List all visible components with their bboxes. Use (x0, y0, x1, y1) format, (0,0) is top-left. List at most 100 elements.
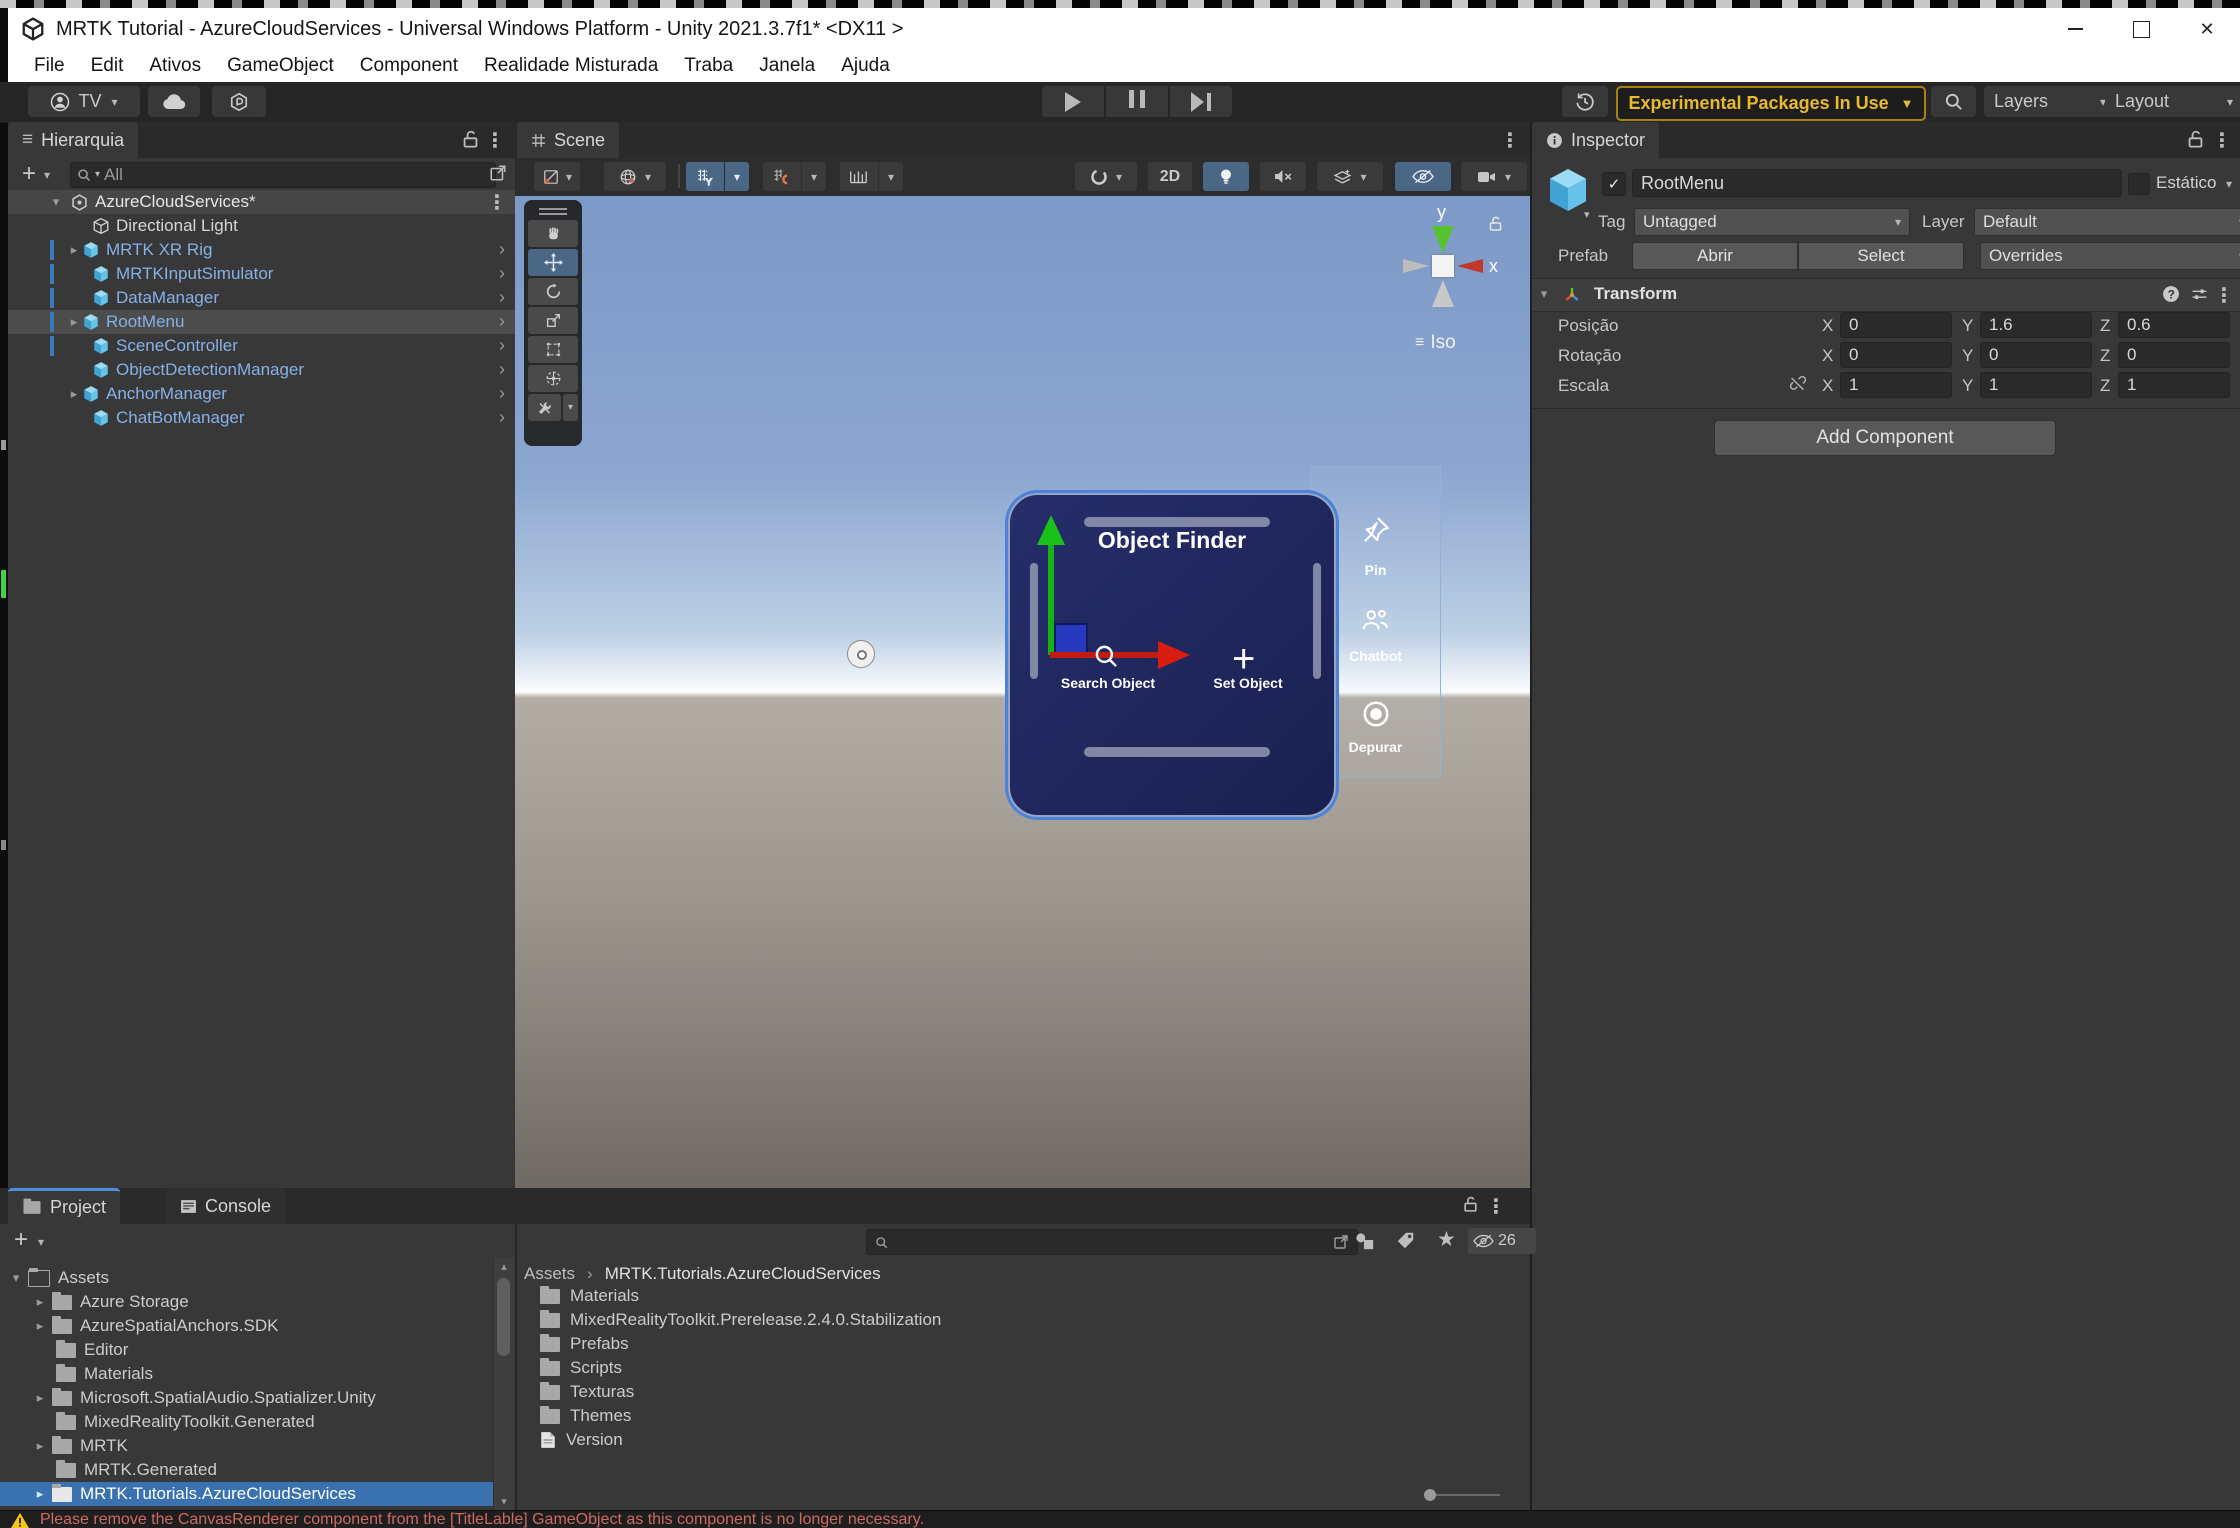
layers-dropdown[interactable]: Layers ▾ (1984, 86, 2116, 117)
prefab-select-button[interactable]: Select (1798, 242, 1964, 270)
overlay-drag-handle[interactable] (539, 208, 567, 210)
scale-z-field[interactable] (2118, 372, 2230, 398)
rotation-z-field[interactable] (2118, 342, 2230, 368)
tree-item-mrtk-tutorials-selected[interactable]: ▸ MRTK.Tutorials.AzureCloudServices (0, 1482, 505, 1506)
layout-dropdown[interactable]: Layout ▾ (2105, 86, 2240, 117)
tree-item-mrtk[interactable]: ▸ MRTK (0, 1434, 492, 1458)
favorites-star-icon[interactable]: ★ (1437, 1227, 1456, 1252)
hierarchy-item-mrtk-input-simulator[interactable]: MRTKInputSimulator › (8, 262, 515, 286)
menu-mixed-reality[interactable]: Realidade Misturada (484, 55, 658, 77)
file-item-materials[interactable]: Materials (540, 1284, 1240, 1308)
audio-mute-toggle[interactable] (1260, 162, 1306, 191)
menu-file[interactable]: File (34, 55, 65, 77)
scale-y-field[interactable] (1980, 372, 2092, 398)
hierarchy-item-chatbot-manager[interactable]: ChatBotManager › (8, 406, 515, 430)
hierarchy-search[interactable]: ▾ All (70, 162, 496, 188)
menu-gameobject[interactable]: GameObject (227, 55, 334, 77)
gizmo-lock-icon[interactable] (1488, 216, 1503, 232)
snap-increment-caret[interactable]: ▾ (802, 162, 826, 191)
hierarchy-item-root-menu-selected[interactable]: ▸ RootMenu › (8, 310, 515, 334)
menu-component[interactable]: Component (360, 55, 458, 77)
tree-item-materials[interactable]: Materials (0, 1362, 492, 1386)
tab-console[interactable]: Console (166, 1188, 286, 1224)
set-object-button[interactable]: Set Object (1178, 675, 1318, 691)
add-component-button[interactable]: Add Component (1714, 420, 2056, 456)
y-axis-cone[interactable] (1432, 226, 1454, 253)
search-by-type-icon[interactable] (1354, 1230, 1375, 1251)
search-button[interactable] (1931, 86, 1976, 117)
chatbot-icon[interactable] (1360, 607, 1390, 633)
view-tool-button[interactable] (528, 220, 578, 247)
position-x-field[interactable] (1840, 312, 1952, 338)
foldout-expanded-icon[interactable]: ▾ (48, 194, 64, 210)
presets-icon[interactable] (2191, 286, 2208, 303)
hierarchy-item-anchor-manager[interactable]: ▸ AnchorManager › (8, 382, 515, 406)
effects-dropdown[interactable]: ▾ (1317, 162, 1383, 191)
scene-visibility-toggle[interactable] (1395, 162, 1451, 191)
position-z-field[interactable] (2118, 312, 2230, 338)
tree-scrollbar[interactable]: ▴ ▾ (493, 1258, 514, 1510)
tree-item-spatial-audio[interactable]: ▸ Microsoft.SpatialAudio.Spatializer.Uni… (0, 1386, 492, 1410)
scene-menu-kebab[interactable]: ⋮ (487, 190, 507, 215)
custom-tools-caret[interactable]: ▾ (563, 394, 578, 421)
lighting-toggle[interactable] (1203, 162, 1249, 191)
transform-header[interactable]: ▾ Transform ? ⋮ (1532, 278, 2240, 312)
prefab-chevron[interactable]: › (499, 311, 505, 332)
position-y-field[interactable] (1980, 312, 2092, 338)
2d-toggle[interactable]: 2D (1148, 162, 1192, 191)
scale-tool-button[interactable] (528, 307, 578, 334)
hierarchy-item-scene-controller[interactable]: SceneController › (8, 334, 515, 358)
grid-snapping-caret[interactable]: ▾ (725, 162, 749, 191)
status-message[interactable]: Please remove the CanvasRenderer compone… (40, 1511, 924, 1528)
tag-dropdown[interactable]: Untagged ▾ (1634, 208, 1910, 236)
tree-item-editor[interactable]: Editor (0, 1338, 492, 1362)
scene-panel-kebab[interactable]: ⋮ (1500, 128, 1520, 153)
prefab-chevron[interactable]: › (499, 383, 505, 404)
plastic-scm-button[interactable] (212, 86, 266, 117)
foldout-collapsed-icon[interactable]: ▸ (66, 242, 82, 258)
scrollbar-thumb[interactable] (497, 1278, 510, 1356)
close-button[interactable]: ✕ (2174, 8, 2240, 50)
pause-button[interactable] (1106, 86, 1168, 117)
scale-x-field[interactable] (1840, 372, 1952, 398)
menu-window[interactable]: Janela (759, 55, 815, 77)
create-dropdown-caret[interactable]: ▾ (44, 169, 50, 181)
inspector-menu-kebab[interactable]: ⋮ (2212, 128, 2232, 153)
hierarchy-item-object-detection-manager[interactable]: ObjectDetectionManager › (8, 358, 515, 382)
static-checkbox[interactable] (2128, 173, 2150, 195)
hierarchy-item-directional-light[interactable]: Directional Light (8, 214, 515, 238)
maximize-button[interactable] (2108, 8, 2174, 50)
pivot-orientation-button[interactable]: ▾ (604, 162, 666, 191)
tree-item-azure-spatial-anchors[interactable]: ▸ AzureSpatialAnchors.SDK (0, 1314, 492, 1338)
project-search-input[interactable] (866, 1229, 1358, 1255)
prefab-chevron[interactable]: › (499, 263, 505, 284)
breadcrumb-root[interactable]: Assets (524, 1264, 575, 1284)
static-caret[interactable]: ▾ (2226, 178, 2232, 190)
grid-snapping-button[interactable]: Y (686, 162, 724, 191)
hierarchy-item-mrtk-xr-rig[interactable]: ▸ MRTK XR Rig › (8, 238, 515, 262)
tool-settings-button[interactable]: ▾ (534, 162, 580, 191)
directional-light-gizmo[interactable] (847, 640, 875, 668)
create-asset-button[interactable]: + (14, 1226, 28, 1254)
transform-foldout[interactable]: ▾ (1536, 286, 1552, 302)
step-button[interactable] (1170, 86, 1232, 117)
snap-increment-button[interactable] (763, 162, 801, 191)
scene-viewport[interactable]: ▾ y x ≡ Iso Pin Chatbot Depurar Object F… (515, 196, 1530, 1188)
tab-hierarchy[interactable]: ≡ Hierarquia (8, 122, 139, 158)
project-split-divider[interactable] (515, 1224, 517, 1510)
help-icon[interactable]: ? (2162, 285, 2180, 303)
search-object-button[interactable]: Search Object (1038, 675, 1178, 691)
layer-dropdown[interactable]: Default▾ (1974, 208, 2240, 236)
play-button[interactable] (1042, 86, 1104, 117)
scene-header-row[interactable]: ▾ AzureCloudServices* ⋮ (8, 190, 515, 214)
menu-assets[interactable]: Ativos (149, 55, 201, 77)
orientation-gizmo[interactable]: y x ≡ Iso (1385, 196, 1525, 366)
measure-tool-caret[interactable]: ▾ (879, 162, 903, 191)
unlock-icon[interactable] (2187, 130, 2204, 149)
menu-edit[interactable]: Edit (91, 55, 124, 77)
tab-project[interactable]: Project (8, 1188, 121, 1224)
x-axis-cone[interactable] (1457, 259, 1483, 273)
gizmo-center-cube[interactable] (1432, 255, 1454, 277)
rotation-y-field[interactable] (1980, 342, 2092, 368)
link-broken-icon[interactable] (1788, 374, 1807, 393)
